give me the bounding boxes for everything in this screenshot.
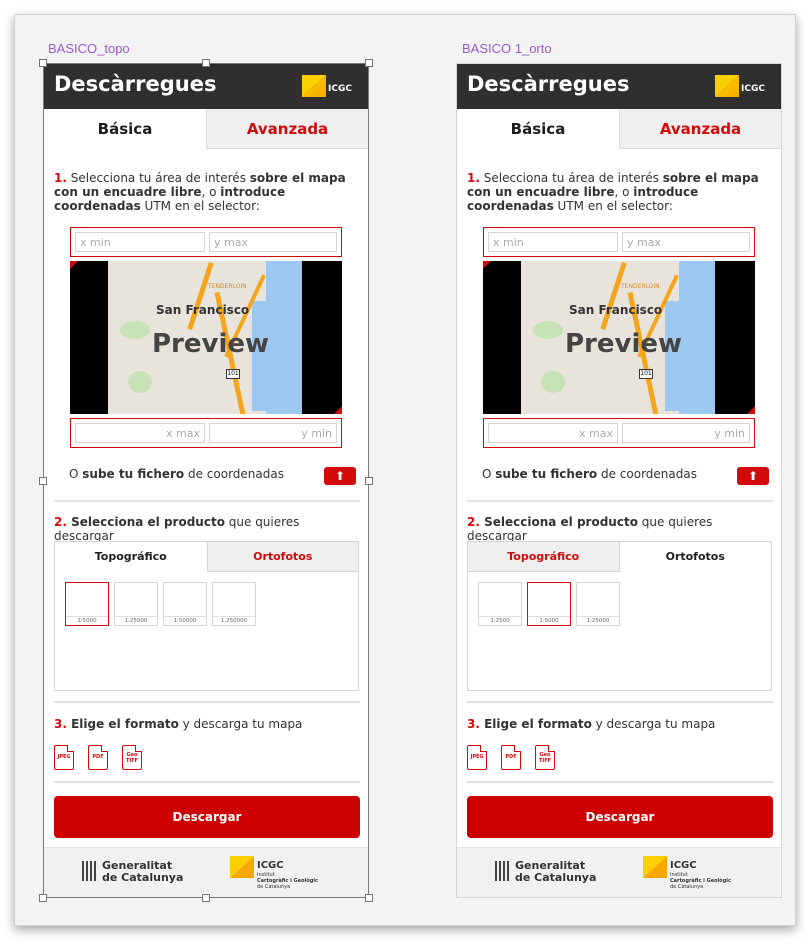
artboard-basico-orto[interactable]: Descàrregues ICGC Básica Avanzada 1. Sel… xyxy=(456,63,782,898)
coords-top xyxy=(483,227,755,257)
highway-shield-icon: 101 xyxy=(639,369,653,379)
upload-text: O xyxy=(482,467,496,481)
jpeg-format-icon[interactable]: JPEG xyxy=(467,745,487,770)
step-text-bold: Selecciona el producto xyxy=(479,515,638,529)
divider xyxy=(467,500,773,502)
upload-button[interactable]: ⬆ xyxy=(737,467,769,485)
step3-instructions: 3. Elige el formato y descarga tu mapa xyxy=(467,717,767,731)
map-preview[interactable]: TENDERLOIN San Francisco Preview 101 xyxy=(483,261,755,414)
ymax-input[interactable] xyxy=(622,232,750,252)
scale-option[interactable]: 1:5000 xyxy=(527,582,571,626)
resize-handle-top[interactable] xyxy=(202,59,210,67)
pdf-format-icon[interactable]: PDF xyxy=(501,745,521,770)
resize-handle-left[interactable] xyxy=(39,477,47,485)
scale-option[interactable]: 1:25000 xyxy=(576,582,620,626)
icgc-footer-name: ICGC xyxy=(670,860,697,871)
step-text: Selecciona tu área de interés xyxy=(479,171,663,185)
step-text: UTM en el selector: xyxy=(553,199,673,213)
xmax-input[interactable] xyxy=(488,423,618,443)
step-number: 3. xyxy=(467,717,480,731)
download-button[interactable]: Descargar xyxy=(467,796,773,838)
footer: Generalitat de Catalunya ICGC Institut C… xyxy=(457,847,781,897)
header-bar: Descàrregues ICGC xyxy=(457,64,781,109)
ymin-input[interactable] xyxy=(622,423,750,443)
icgc-logo: ICGC xyxy=(715,75,771,99)
format-label: JPEG xyxy=(470,754,484,760)
step1-instructions: 1. Selecciona tu área de interés sobre e… xyxy=(467,171,767,213)
resize-handle-bottom[interactable] xyxy=(202,894,210,902)
icgc-subtitle-line: de Catalunya xyxy=(670,884,704,890)
map-district-label: TENDERLOIN xyxy=(621,283,660,290)
step-number: 1. xyxy=(467,171,480,185)
resize-handle-bottom-right[interactable] xyxy=(365,894,373,902)
product-panel: Topográfico Ortofotos 1:2500 1:5000 1:2500… xyxy=(467,541,772,691)
map-park xyxy=(533,321,563,339)
step-text: y descarga tu mapa xyxy=(591,717,716,731)
generalitat-logo: Generalitat de Catalunya xyxy=(495,860,596,884)
map-water xyxy=(679,261,715,414)
page-title: Descàrregues xyxy=(467,72,630,96)
artboard-label[interactable]: BASICO_topo xyxy=(48,41,130,56)
resize-handle-right[interactable] xyxy=(365,477,373,485)
map-road xyxy=(600,261,627,331)
step-number: 2. xyxy=(467,515,480,529)
generalitat-text: de Catalunya xyxy=(515,871,597,884)
tab-topografico[interactable]: Topográfico xyxy=(468,542,620,572)
upload-icon: ⬆ xyxy=(747,469,759,483)
resize-handle-top-left[interactable] xyxy=(39,59,47,67)
scale-option[interactable]: 1:2500 xyxy=(478,582,522,626)
crop-corner-bottom-right[interactable] xyxy=(747,406,755,414)
generalitat-icon xyxy=(495,861,511,881)
map-park xyxy=(541,371,565,393)
format-label: PDF xyxy=(505,754,517,760)
icgc-footer-subtitle: Institut Cartogràfic i Geològic de Catal… xyxy=(670,872,731,890)
scale-label: 1:5000 xyxy=(528,616,570,625)
xmin-input[interactable] xyxy=(488,232,618,252)
divider xyxy=(467,701,773,703)
map-image[interactable]: TENDERLOIN San Francisco Preview 101 xyxy=(521,261,715,414)
scale-label: 1:25000 xyxy=(577,616,619,625)
geotiff-format-icon[interactable]: Geo TIFF xyxy=(535,745,555,770)
preview-overlay: Preview xyxy=(565,329,683,359)
step-text: , o xyxy=(614,185,634,199)
icgc-logo-text: ICGC xyxy=(741,84,765,94)
upload-text-bold[interactable]: sube tu fichero xyxy=(495,467,597,481)
mode-tabs: Básica Avanzada xyxy=(457,109,781,149)
coords-bottom xyxy=(483,418,755,448)
step2-instructions: 2. Selecciona el producto que quieres de… xyxy=(467,515,767,543)
divider xyxy=(467,781,773,783)
tab-basica[interactable]: Básica xyxy=(457,109,619,149)
tab-ortofotos[interactable]: Ortofotos xyxy=(619,542,771,572)
upload-text: de coordenadas xyxy=(597,467,697,481)
map-city-label: San Francisco xyxy=(569,303,663,317)
format-label: Geo TIFF xyxy=(538,752,552,764)
crop-corner-top-left[interactable] xyxy=(483,261,491,269)
selection-outline[interactable] xyxy=(43,63,369,898)
upload-row: O sube tu fichero de coordenadas ⬆ xyxy=(467,467,769,489)
resize-handle-top-right[interactable] xyxy=(365,59,373,67)
scale-label: 1:2500 xyxy=(479,616,521,625)
step-text-bold: Elige el formato xyxy=(479,717,592,731)
artboard-label[interactable]: BASICO 1_orto xyxy=(462,41,552,56)
tab-avanzada[interactable]: Avanzada xyxy=(619,109,781,149)
resize-handle-bottom-left[interactable] xyxy=(39,894,47,902)
